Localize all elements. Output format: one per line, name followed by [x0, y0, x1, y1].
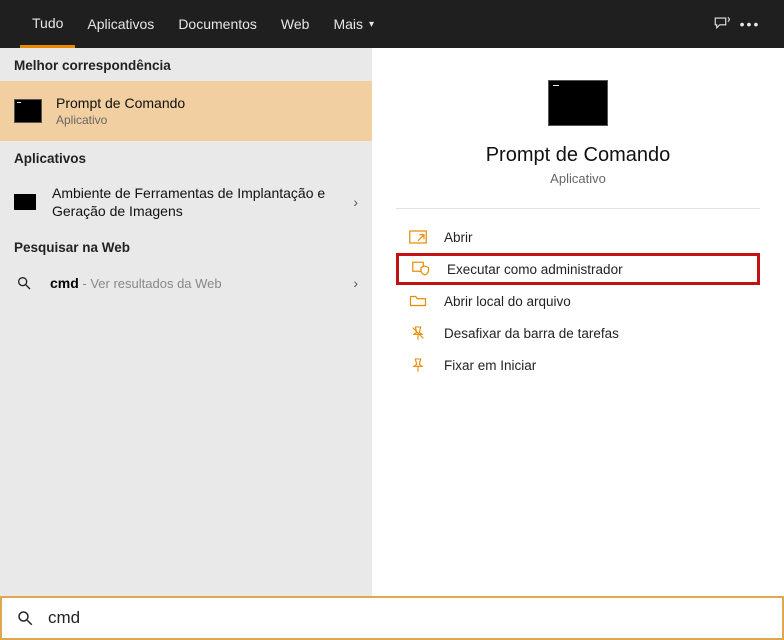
tab-aplicativos[interactable]: Aplicativos: [75, 0, 166, 48]
section-best-match: Melhor correspondência: [0, 48, 372, 81]
tab-tudo[interactable]: Tudo: [20, 0, 75, 48]
action-label: Fixar em Iniciar: [444, 358, 536, 373]
cmd-preview-icon: [548, 80, 608, 126]
chevron-right-icon: ›: [353, 194, 358, 210]
open-icon: [406, 227, 430, 247]
search-icon: [14, 273, 34, 293]
chevron-right-icon: ›: [353, 275, 358, 291]
search-input[interactable]: [48, 608, 768, 628]
app-icon: [14, 194, 36, 210]
top-tab-bar: Tudo Aplicativos Documentos Web Mais •••: [0, 0, 784, 48]
action-run-as-admin[interactable]: Executar como administrador: [396, 253, 760, 285]
result-subtitle: Aplicativo: [56, 113, 358, 127]
feedback-icon[interactable]: [708, 15, 736, 33]
search-bar[interactable]: [0, 596, 784, 640]
action-open-file-location[interactable]: Abrir local do arquivo: [396, 285, 760, 317]
result-title: cmd - Ver resultados da Web: [50, 275, 353, 291]
action-open[interactable]: Abrir: [396, 221, 760, 253]
tab-mais[interactable]: Mais: [321, 0, 386, 48]
admin-shield-icon: [409, 259, 433, 279]
action-label: Abrir: [444, 230, 473, 245]
preview-kind: Aplicativo: [372, 171, 784, 186]
search-icon: [16, 609, 34, 627]
folder-icon: [406, 291, 430, 311]
preview-panel: Prompt de Comando Aplicativo Abrir Execu…: [372, 48, 784, 596]
pin-icon: [406, 355, 430, 375]
section-web: Pesquisar na Web: [0, 230, 372, 263]
more-icon[interactable]: •••: [736, 16, 764, 32]
result-best-cmd[interactable]: Prompt de Comando Aplicativo: [0, 81, 372, 141]
action-pin-start[interactable]: Fixar em Iniciar: [396, 349, 760, 381]
result-title: Ambiente de Ferramentas de Implantação e…: [52, 184, 353, 220]
action-label: Executar como administrador: [447, 262, 623, 277]
results-panel: Melhor correspondência Prompt de Comando…: [0, 48, 372, 596]
result-app-deployment-tools[interactable]: Ambiente de Ferramentas de Implantação e…: [0, 174, 372, 230]
tab-documentos[interactable]: Documentos: [166, 0, 269, 48]
preview-title: Prompt de Comando: [372, 144, 784, 167]
action-unpin-taskbar[interactable]: Desafixar da barra de tarefas: [396, 317, 760, 349]
result-title: Prompt de Comando: [56, 95, 358, 111]
tab-web[interactable]: Web: [269, 0, 322, 48]
section-apps: Aplicativos: [0, 141, 372, 174]
cmd-icon: [14, 99, 42, 123]
action-label: Abrir local do arquivo: [444, 294, 571, 309]
unpin-icon: [406, 323, 430, 343]
action-label: Desafixar da barra de tarefas: [444, 326, 619, 341]
result-web-cmd[interactable]: cmd - Ver resultados da Web ›: [0, 263, 372, 303]
